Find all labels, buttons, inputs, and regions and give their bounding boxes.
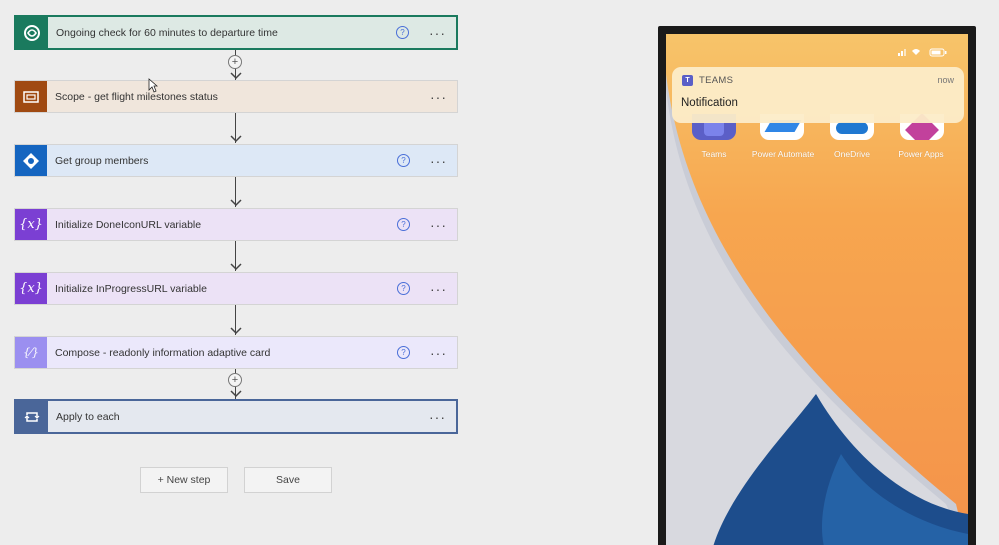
- step-title: Initialize InProgressURL variable: [55, 282, 207, 295]
- insert-step-plus-icon[interactable]: +: [228, 55, 242, 69]
- step-title: Apply to each: [56, 410, 120, 423]
- arrow-down-icon: [230, 135, 242, 143]
- help-icon[interactable]: ?: [396, 26, 409, 39]
- more-options-icon[interactable]: ···: [430, 218, 447, 232]
- help-icon[interactable]: ?: [397, 346, 410, 359]
- phone-screen: Teams Power Automate OneDrive Power Apps…: [666, 34, 968, 545]
- app-label: Power Automate: [751, 149, 815, 159]
- step-title: Scope - get flight milestones status: [55, 90, 218, 103]
- arrow-down-icon: [230, 263, 242, 271]
- notification-app-name: TEAMS: [699, 75, 734, 86]
- compose-icon: {⁄}: [15, 337, 47, 368]
- teams-app-icon: T: [682, 75, 693, 86]
- variable-icon: {x}: [15, 209, 47, 240]
- step-compose-adaptive-card[interactable]: {⁄} Compose - readonly information adapt…: [14, 336, 458, 369]
- mouse-cursor-icon: [148, 78, 158, 93]
- notification-banner[interactable]: T TEAMS now Notification: [672, 67, 964, 123]
- more-options-icon[interactable]: ···: [429, 410, 446, 424]
- step-title: Compose - readonly information adaptive …: [55, 346, 271, 359]
- app-label: OneDrive: [834, 149, 870, 159]
- step-ongoing-check[interactable]: Ongoing check for 60 minutes to departur…: [14, 15, 458, 50]
- more-options-icon[interactable]: ···: [430, 154, 447, 168]
- help-icon[interactable]: ?: [397, 282, 410, 295]
- more-options-icon[interactable]: ···: [430, 282, 447, 296]
- step-initialize-inprogressurl[interactable]: {x} Initialize InProgressURL variable ? …: [14, 272, 458, 305]
- arrow-down-icon: [230, 199, 242, 207]
- step-get-group-members[interactable]: Get group members ? ···: [14, 144, 458, 177]
- status-bar-icons: [898, 48, 947, 57]
- more-options-icon[interactable]: ···: [430, 346, 447, 360]
- more-options-icon[interactable]: ···: [430, 90, 447, 104]
- help-icon[interactable]: ?: [397, 154, 410, 167]
- step-title: Get group members: [55, 154, 149, 167]
- step-initialize-doneiconurl[interactable]: {x} Initialize DoneIconURL variable ? ··…: [14, 208, 458, 241]
- loop-icon: [16, 401, 48, 432]
- app-label: Teams: [701, 149, 727, 159]
- help-icon[interactable]: ?: [397, 218, 410, 231]
- app-label: Power Apps: [898, 149, 944, 159]
- step-scope-flight-milestones[interactable]: Scope - get flight milestones status ···: [14, 80, 458, 113]
- dataverse-icon: [16, 17, 48, 48]
- variable-icon: {x}: [15, 273, 47, 304]
- screen: Ongoing check for 60 minutes to departur…: [0, 0, 999, 545]
- save-button[interactable]: Save: [244, 467, 332, 493]
- more-options-icon[interactable]: ···: [429, 26, 446, 40]
- notification-time: now: [937, 75, 954, 85]
- step-title: Initialize DoneIconURL variable: [55, 218, 202, 231]
- insert-step-plus-icon[interactable]: +: [228, 373, 242, 387]
- scope-icon: [15, 81, 47, 112]
- azure-ad-icon: [15, 145, 47, 176]
- arrow-down-icon: [230, 390, 242, 398]
- step-title: Ongoing check for 60 minutes to departur…: [56, 26, 278, 39]
- phone-frame: Teams Power Automate OneDrive Power Apps…: [658, 26, 976, 545]
- step-apply-to-each[interactable]: Apply to each ···: [14, 399, 458, 434]
- arrow-down-icon: [230, 327, 242, 335]
- new-step-button[interactable]: + New step: [140, 467, 228, 493]
- notification-text: Notification: [681, 97, 738, 109]
